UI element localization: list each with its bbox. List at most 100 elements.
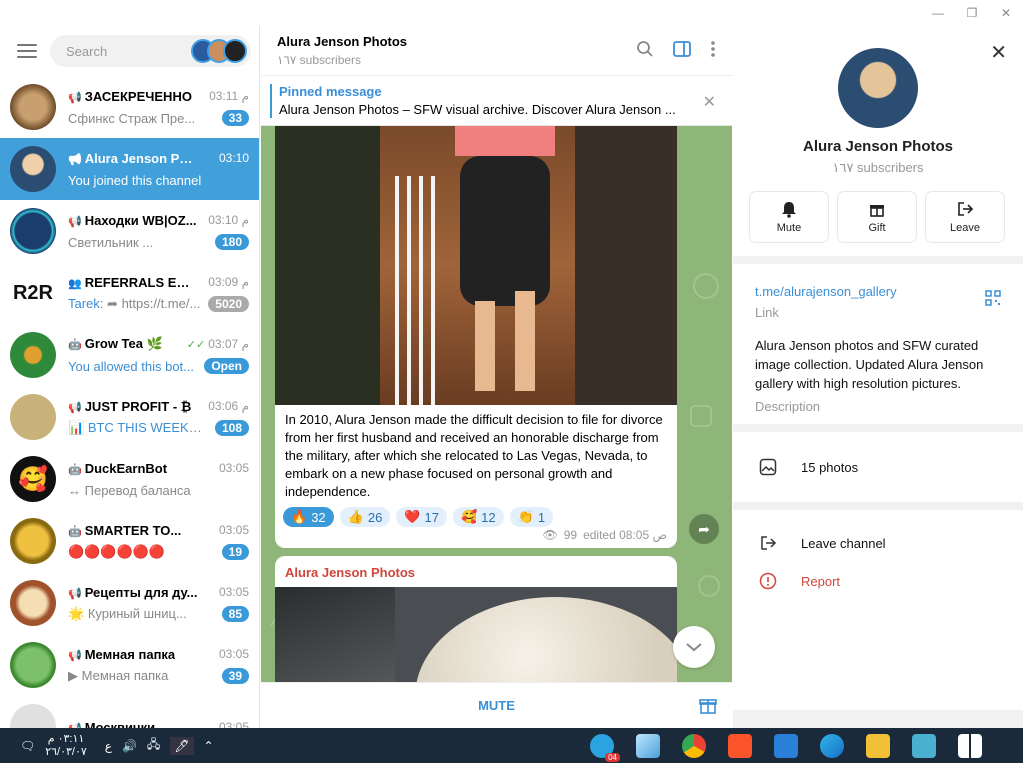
chat-time-prefix: م	[241, 213, 249, 227]
chrome-taskbar-icon[interactable]	[682, 733, 706, 758]
group-icon: 👥	[68, 277, 82, 290]
stories-row[interactable]	[191, 39, 247, 63]
minimize-button[interactable]: —	[921, 0, 955, 26]
leave-channel-button[interactable]: Leave channel	[733, 524, 1023, 562]
share-icon[interactable]: ➦	[689, 514, 719, 544]
chat-name: Alura Jenson Ph...	[84, 150, 198, 166]
unread-badge: 108	[214, 420, 249, 436]
reaction-fire[interactable]: 🔥 32	[283, 507, 334, 527]
message-photo[interactable]	[275, 126, 677, 405]
bot-icon: 🤖	[68, 339, 82, 351]
chat-preview: https://t.me/...	[121, 296, 201, 311]
menu-icon[interactable]	[14, 38, 40, 64]
chat-name: Находки WB|OZ...	[84, 212, 197, 228]
unread-badge: 180	[214, 234, 249, 250]
windows-start-icon[interactable]	[958, 733, 982, 758]
more-icon[interactable]	[710, 40, 716, 58]
chat-name: Мемная папка	[84, 646, 176, 662]
open-button[interactable]: Open	[204, 358, 249, 374]
chat-preview: You allowed this bot...	[68, 358, 194, 374]
chat-preview: BTC THIS WEEKEN...	[87, 420, 209, 435]
message-meta: 👁 99 edited 08:05 ص	[542, 528, 667, 542]
chat-time: 03:07	[208, 337, 239, 351]
chat-item[interactable]: 📢 Находки WB|OZ... م 03:10 Светильник ...…	[0, 200, 259, 262]
report-button[interactable]: Report	[733, 562, 1023, 600]
qr-code-icon[interactable]	[985, 290, 1001, 306]
chat-item[interactable]: 📢Москвички 03:05	[0, 696, 259, 728]
chat-item[interactable]: 🤖 SMARTER TO... 03:05 🔴🔴🔴🔴🔴🔴 19	[0, 510, 259, 572]
sidebar-toggle-icon[interactable]	[672, 40, 692, 58]
pen-icon[interactable]: 🖊	[170, 736, 194, 755]
chat-avatar: R2R	[10, 270, 56, 316]
store-taskbar-icon[interactable]	[774, 733, 798, 758]
shared-media-photos[interactable]: 15 photos	[733, 432, 1023, 502]
notifications-icon[interactable]: 🗨	[20, 739, 35, 753]
search-box[interactable]	[50, 35, 251, 67]
channel-link[interactable]: t.me/alurajenson_gallery	[755, 284, 1023, 299]
conversation-panel: Alura Jenson Photos ١٦٧ subscribers Pinn…	[261, 26, 732, 728]
chat-time: 03:05	[218, 523, 249, 537]
telegram-taskbar-icon[interactable]: 04	[590, 733, 620, 762]
conversation-header[interactable]: Alura Jenson Photos ١٦٧ subscribers	[261, 26, 732, 76]
chat-item[interactable]: 📢 Мемная папка 03:05 ▶ Мемная папка 39	[0, 634, 259, 696]
description-label: Description	[755, 399, 821, 414]
search-input[interactable]	[66, 43, 176, 59]
chat-item[interactable]: 📢 JUST PROFIT - ₿ م 03:06 📊 BTC THIS WEEK…	[0, 386, 259, 448]
reaction-smiling-hearts[interactable]: 🥰 12	[452, 507, 504, 527]
search-icon[interactable]	[636, 40, 654, 58]
photo-icon	[759, 458, 777, 476]
profile-panel: ✕ Alura Jenson Photos ١٦٧ subscribers Mu…	[733, 26, 1023, 728]
close-window-button[interactable]: ✕	[989, 0, 1023, 26]
unread-badge: 33	[221, 110, 249, 126]
message-author[interactable]: Alura Jenson Photos	[275, 556, 677, 587]
volume-icon[interactable]: 🔊	[122, 739, 137, 753]
chat-item[interactable]: R2R 👥 REFERRALS EXC... م 03:09 Tarek: ➦ h…	[0, 262, 259, 324]
chat-item[interactable]: 🥰 🤖 DuckEarnBot 03:05 ↔ Перевод баланса	[0, 448, 259, 510]
mute-action-button[interactable]: Mute	[750, 192, 828, 242]
chat-item[interactable]: 🤖 Grow Tea 🌿 ✓✓ م 03:07 You allowed this b…	[0, 324, 259, 386]
chevron-up-icon[interactable]: ⌃	[204, 739, 214, 753]
leaf-emoji: 🌿	[146, 336, 163, 351]
app-taskbar-icon[interactable]	[912, 733, 936, 758]
chat-item[interactable]: 📢 ЗАСЕКРЕЧЕННО م 03:11 Сфинкс Страж Пре..…	[0, 76, 259, 138]
channel-icon: 📢	[68, 91, 82, 104]
edge-taskbar-icon[interactable]	[820, 733, 844, 758]
bot-icon: 🤖	[68, 463, 82, 476]
mute-button[interactable]: MUTE	[478, 698, 515, 713]
chat-preview: Куриный шниц...	[87, 606, 187, 621]
close-icon[interactable]: ✕	[990, 40, 1007, 65]
files-taskbar-icon[interactable]	[636, 733, 660, 758]
chat-time: 03:05	[218, 461, 249, 475]
maximize-button[interactable]: ❐	[955, 0, 989, 26]
chat-time: 03:05	[218, 585, 249, 599]
chat-name: SMARTER TO...	[84, 522, 182, 538]
chat-time-prefix: م	[241, 399, 249, 413]
close-pinned-icon[interactable]: ✕	[703, 92, 716, 112]
reaction-clap[interactable]: 👏 1	[509, 507, 554, 527]
pinned-message-bar[interactable]: Pinned message Alura Jenson Photos – SFW…	[261, 76, 732, 126]
reaction-heart[interactable]: ❤️ 17	[396, 507, 447, 527]
brave-taskbar-icon[interactable]	[728, 733, 752, 758]
gift-icon[interactable]	[698, 695, 718, 715]
chat-preview: Перевод баланса	[84, 482, 191, 498]
chat-time: 03:06	[208, 399, 239, 413]
gift-action-button[interactable]: Gift	[838, 192, 916, 242]
language-indicator[interactable]: ع	[105, 739, 112, 753]
leave-icon	[958, 202, 974, 216]
network-icon[interactable]: 🖧	[147, 735, 160, 756]
leave-action-button[interactable]: Leave	[926, 192, 1004, 242]
chat-item-active[interactable]: 📢 Alura Jenson Ph... 03:10 You joined thi…	[0, 138, 259, 200]
scroll-down-button[interactable]	[673, 626, 715, 668]
taskbar-clock[interactable]: ٠٣:١١ م ٢٦/٠٣/٠٧	[45, 733, 87, 759]
profile-avatar[interactable]	[838, 48, 918, 128]
bot-icon: 🤖	[68, 525, 82, 538]
file-explorer-taskbar-icon[interactable]	[866, 733, 890, 758]
read-ticks-icon: ✓✓	[186, 339, 206, 351]
profile-header: ✕ Alura Jenson Photos ١٦٧ subscribers Mu…	[733, 26, 1023, 256]
message-bubble[interactable]: In 2010, Alura Jenson made the difficult…	[275, 126, 677, 548]
chat-avatar	[10, 704, 56, 728]
story-avatar[interactable]	[223, 39, 247, 63]
gift-icon	[870, 205, 884, 217]
reaction-thumbs-up[interactable]: 👍 26	[339, 507, 391, 527]
chat-item[interactable]: 📢 Рецепты для ду... 03:05 🌟 Куриный шниц.…	[0, 572, 259, 634]
